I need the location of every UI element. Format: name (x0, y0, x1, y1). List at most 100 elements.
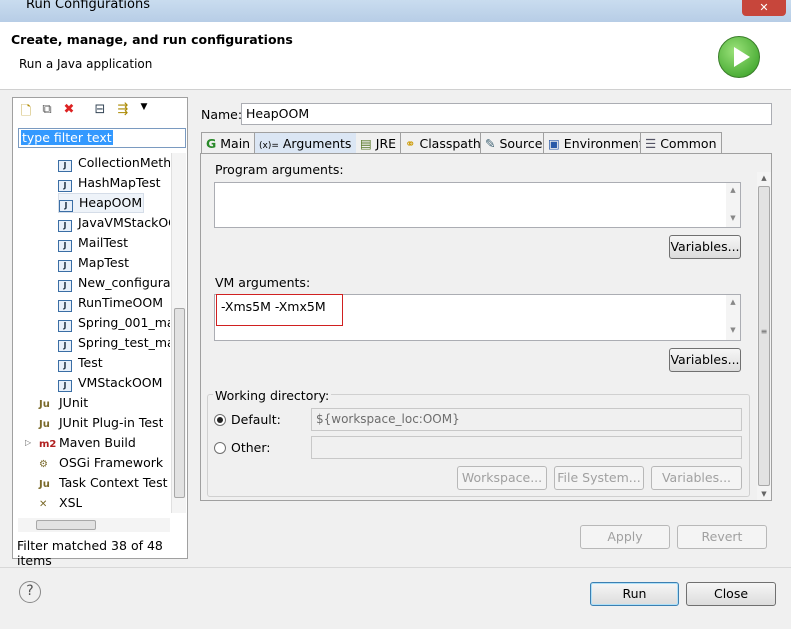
tree-item-label: JavaVMStackOO (78, 215, 170, 230)
textarea-scrollbar[interactable]: ▲ ▼ (726, 295, 740, 340)
duplicate-icon[interactable]: ⧉ (38, 102, 56, 118)
apply-button[interactable]: Apply (580, 525, 670, 549)
view-menu-chevron-down-icon[interactable]: ▼ (135, 102, 153, 118)
java-application-icon: J (58, 380, 72, 392)
tree-item-maptest[interactable]: J MapTest (58, 253, 170, 273)
java-application-icon: J (58, 320, 72, 332)
tree-item-label: Spring_test_mai (78, 335, 170, 350)
tree-category-osgi-framework[interactable]: ⚙ OSGi Framework (23, 453, 163, 473)
launch-type-icon: ⚙ (39, 459, 48, 470)
filter-icon[interactable]: ⇶ (114, 102, 132, 118)
program-variables-button[interactable]: Variables... (669, 235, 741, 259)
java-application-icon: J (58, 360, 72, 372)
form-vertical-scrollbar[interactable]: ▲ ≡ ▼ (757, 172, 771, 500)
launch-type-icon: Ju (39, 419, 50, 430)
vm-arguments-value: -Xms5M -Xmx5M (216, 294, 343, 326)
tree-item-mailtest[interactable]: J MailTest (58, 233, 170, 253)
tree-category-junit-plug-in-test[interactable]: Ju JUnit Plug-in Test (23, 413, 163, 433)
vm-arguments-label: VM arguments: (215, 275, 311, 290)
close-button[interactable]: Close (686, 582, 776, 606)
name-label: Name: (201, 107, 243, 122)
workspace-button[interactable]: Workspace... (457, 466, 547, 490)
header-title: Create, manage, and run configurations (11, 32, 293, 47)
tree-item-heapoom[interactable]: J HeapOOM (58, 193, 144, 213)
tree-item-spring_test_mai[interactable]: J Spring_test_mai (58, 333, 170, 353)
delete-icon[interactable]: ✖ (60, 102, 78, 118)
java-application-icon: J (58, 160, 72, 172)
tree-item-collectionmetho[interactable]: J CollectionMetho (58, 153, 170, 173)
default-directory-field: ${workspace_loc:OOM} (311, 408, 742, 431)
run-icon (718, 36, 760, 78)
footer-divider (0, 567, 791, 568)
tree-item-spring_001_mai[interactable]: J Spring_001_mai (58, 313, 170, 333)
tab-label: Classpath (419, 136, 481, 151)
filter-input[interactable]: type filter text (18, 128, 186, 148)
tree-item-label: Task Context Test (59, 475, 168, 490)
title-bar: Run Configurations ✕ (0, 0, 791, 22)
scrollbar-thumb[interactable]: ≡ (758, 186, 770, 486)
launch-type-icon: m2 (39, 439, 57, 450)
common-tab-icon: ☰ (645, 136, 657, 151)
tree-item-vmstackoom[interactable]: J VMStackOOM (58, 373, 170, 393)
tree-category-xsl[interactable]: ✕ XSL (23, 493, 82, 513)
source-tab-icon: ✎ (485, 136, 496, 151)
tree-item-javavmstackoo[interactable]: J JavaVMStackOO (58, 213, 170, 233)
tab-environment[interactable]: ▣ Environment (543, 132, 649, 154)
other-radio[interactable] (214, 442, 226, 454)
default-label: Default: (231, 412, 281, 427)
tree-horizontal-scrollbar[interactable] (18, 518, 170, 532)
java-application-icon: J (59, 200, 73, 212)
tree-item-label: MailTest (78, 235, 129, 250)
scrollbar-thumb[interactable] (36, 520, 96, 530)
tab-classpath[interactable]: ⚭ Classpath (400, 132, 486, 154)
tree-vertical-scrollbar[interactable] (171, 153, 186, 513)
vm-arguments-textarea[interactable]: ▲ ▼ -Xms5M -Xmx5M (214, 294, 741, 341)
program-arguments-textarea[interactable]: ▲ ▼ (214, 182, 741, 228)
window-close-button[interactable]: ✕ (742, 0, 786, 16)
revert-button[interactable]: Revert (677, 525, 767, 549)
new-configuration-icon[interactable]: 🗋 (17, 102, 35, 119)
tree-category-maven-build[interactable]: ▷ m2 Maven Build (23, 433, 136, 453)
tab-common[interactable]: ☰ Common (640, 132, 722, 154)
tree-item-label: XSL (59, 495, 83, 510)
tree-item-hashmaptest[interactable]: J HashMapTest (58, 173, 170, 193)
tree-item-label: JUnit (59, 395, 89, 410)
textarea-scrollbar[interactable]: ▲ ▼ (726, 183, 740, 227)
run-button[interactable]: Run (590, 582, 679, 606)
tab-arguments[interactable]: (x)= Arguments (254, 132, 364, 154)
tab-label: Common (660, 136, 717, 151)
java-application-icon: J (58, 280, 72, 292)
launch-type-icon: ✕ (39, 499, 48, 510)
variables-button[interactable]: Variables... (651, 466, 742, 490)
tab-label: JRE (375, 136, 397, 151)
default-radio[interactable] (214, 414, 226, 426)
scrollbar-thumb[interactable] (174, 308, 185, 498)
launch-type-icon: Ju (39, 479, 50, 490)
tab-main[interactable]: G Main (201, 132, 256, 154)
tree-item-label: Test (78, 355, 103, 370)
filter-status: Filter matched 38 of 48 items (17, 538, 163, 568)
main-tab-icon: G (206, 136, 217, 151)
java-application-icon: J (58, 240, 72, 252)
tree-item-label: Spring_001_mai (78, 315, 170, 330)
tree-item-label: CollectionMetho (78, 155, 170, 170)
file-system-button[interactable]: File System... (554, 466, 644, 490)
arguments-tab-icon: (x)= (259, 141, 279, 151)
tab-jre[interactable]: ▤ JRE (356, 132, 402, 154)
tree-category-task-context-test[interactable]: Ju Task Context Test (23, 473, 168, 493)
header-subtitle: Run a Java application (19, 57, 153, 71)
tree-item-new_configurat[interactable]: J New_configurat (58, 273, 170, 293)
tab-label: Source (499, 136, 543, 151)
help-icon[interactable]: ? (19, 581, 41, 603)
collapse-all-icon[interactable]: ⊟ (91, 102, 109, 118)
vm-variables-button[interactable]: Variables... (669, 348, 741, 372)
tab-source[interactable]: ✎ Source (480, 132, 548, 154)
expand-icon[interactable]: ▷ (25, 433, 31, 453)
tree-item-test[interactable]: J Test (58, 353, 170, 373)
name-input[interactable]: HeapOOM (241, 103, 772, 125)
program-arguments-label: Program arguments: (215, 162, 344, 177)
tree-category-junit[interactable]: Ju JUnit (23, 393, 88, 413)
tree-item-label: MapTest (78, 255, 129, 270)
other-directory-field[interactable] (311, 436, 742, 459)
tree-item-runtimeoom[interactable]: J RunTimeOOM (58, 293, 170, 313)
